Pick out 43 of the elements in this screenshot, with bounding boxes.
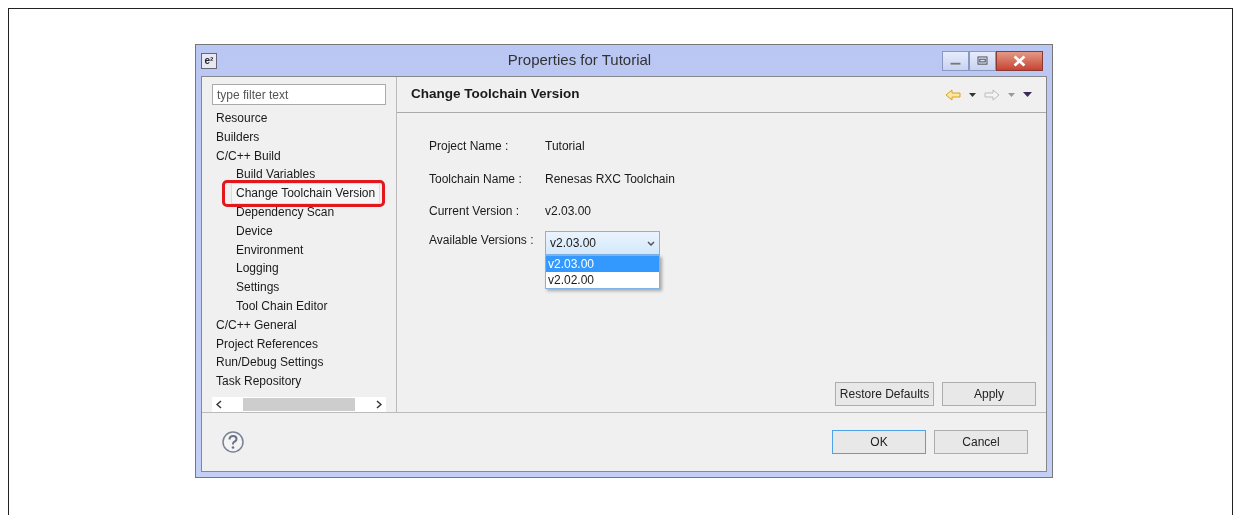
tree-item[interactable]: C/C++ Build	[212, 146, 285, 166]
field-label: Project Name :	[429, 138, 510, 156]
page-title: Change Toolchain Version	[411, 86, 581, 103]
field-value: v2.03.00	[545, 202, 592, 220]
minimize-button[interactable]	[942, 50, 969, 71]
tree-item[interactable]: Project References	[212, 334, 323, 354]
tree-item[interactable]: Resource	[212, 109, 272, 128]
tree-item[interactable]: Task Repository	[212, 372, 306, 391]
window-title: Properties for Tutorial	[506, 50, 653, 71]
tree-item[interactable]: Device	[232, 221, 277, 241]
help-icon[interactable]	[222, 431, 244, 453]
dialog-button[interactable]: Cancel	[934, 430, 1028, 454]
close-button[interactable]	[996, 50, 1043, 71]
tree-item[interactable]: Logging	[232, 259, 283, 279]
view-menu-icon[interactable]	[1023, 92, 1032, 97]
scrollbar-thumb[interactable]	[243, 398, 355, 411]
app-icon: e²	[201, 52, 217, 69]
tree-item[interactable]: Settings	[232, 278, 284, 297]
action-button[interactable]: Restore Defaults	[835, 382, 934, 406]
maximize-button[interactable]	[969, 50, 996, 71]
tree-item[interactable]: Dependency Scan	[232, 203, 339, 222]
field-value: Renesas RXC Toolchain	[545, 170, 675, 188]
dialog-button[interactable]: OK	[832, 430, 926, 454]
tree-item[interactable]: Environment	[232, 240, 308, 260]
tree-item[interactable]: Change Toolchain Version	[232, 184, 380, 203]
horizontal-scrollbar[interactable]	[212, 397, 386, 412]
field-label: Current Version :	[429, 202, 521, 220]
dropdown-option[interactable]: v2.02.00	[546, 272, 659, 289]
version-dropdown[interactable]: v2.03.00	[545, 231, 660, 256]
tree-item[interactable]: Run/Debug Settings	[212, 353, 328, 373]
field-label: Available Versions :	[429, 232, 535, 250]
tree-item[interactable]: Builders	[212, 127, 264, 147]
scroll-right-icon[interactable]	[376, 400, 382, 409]
tree-item[interactable]: Build Variables	[232, 165, 320, 185]
filter-field[interactable]: type filter text	[212, 84, 386, 105]
field-value: Tutorial	[545, 138, 585, 156]
chevron-down-icon	[647, 240, 655, 246]
tree-item[interactable]: C/C++ General	[212, 315, 301, 335]
action-button[interactable]: Apply	[942, 382, 1036, 406]
scroll-left-icon[interactable]	[216, 400, 222, 409]
dropdown-caret-icon[interactable]	[969, 92, 976, 97]
tree-item[interactable]: Tool Chain Editor	[232, 296, 332, 316]
field-label: Toolchain Name :	[429, 170, 523, 188]
